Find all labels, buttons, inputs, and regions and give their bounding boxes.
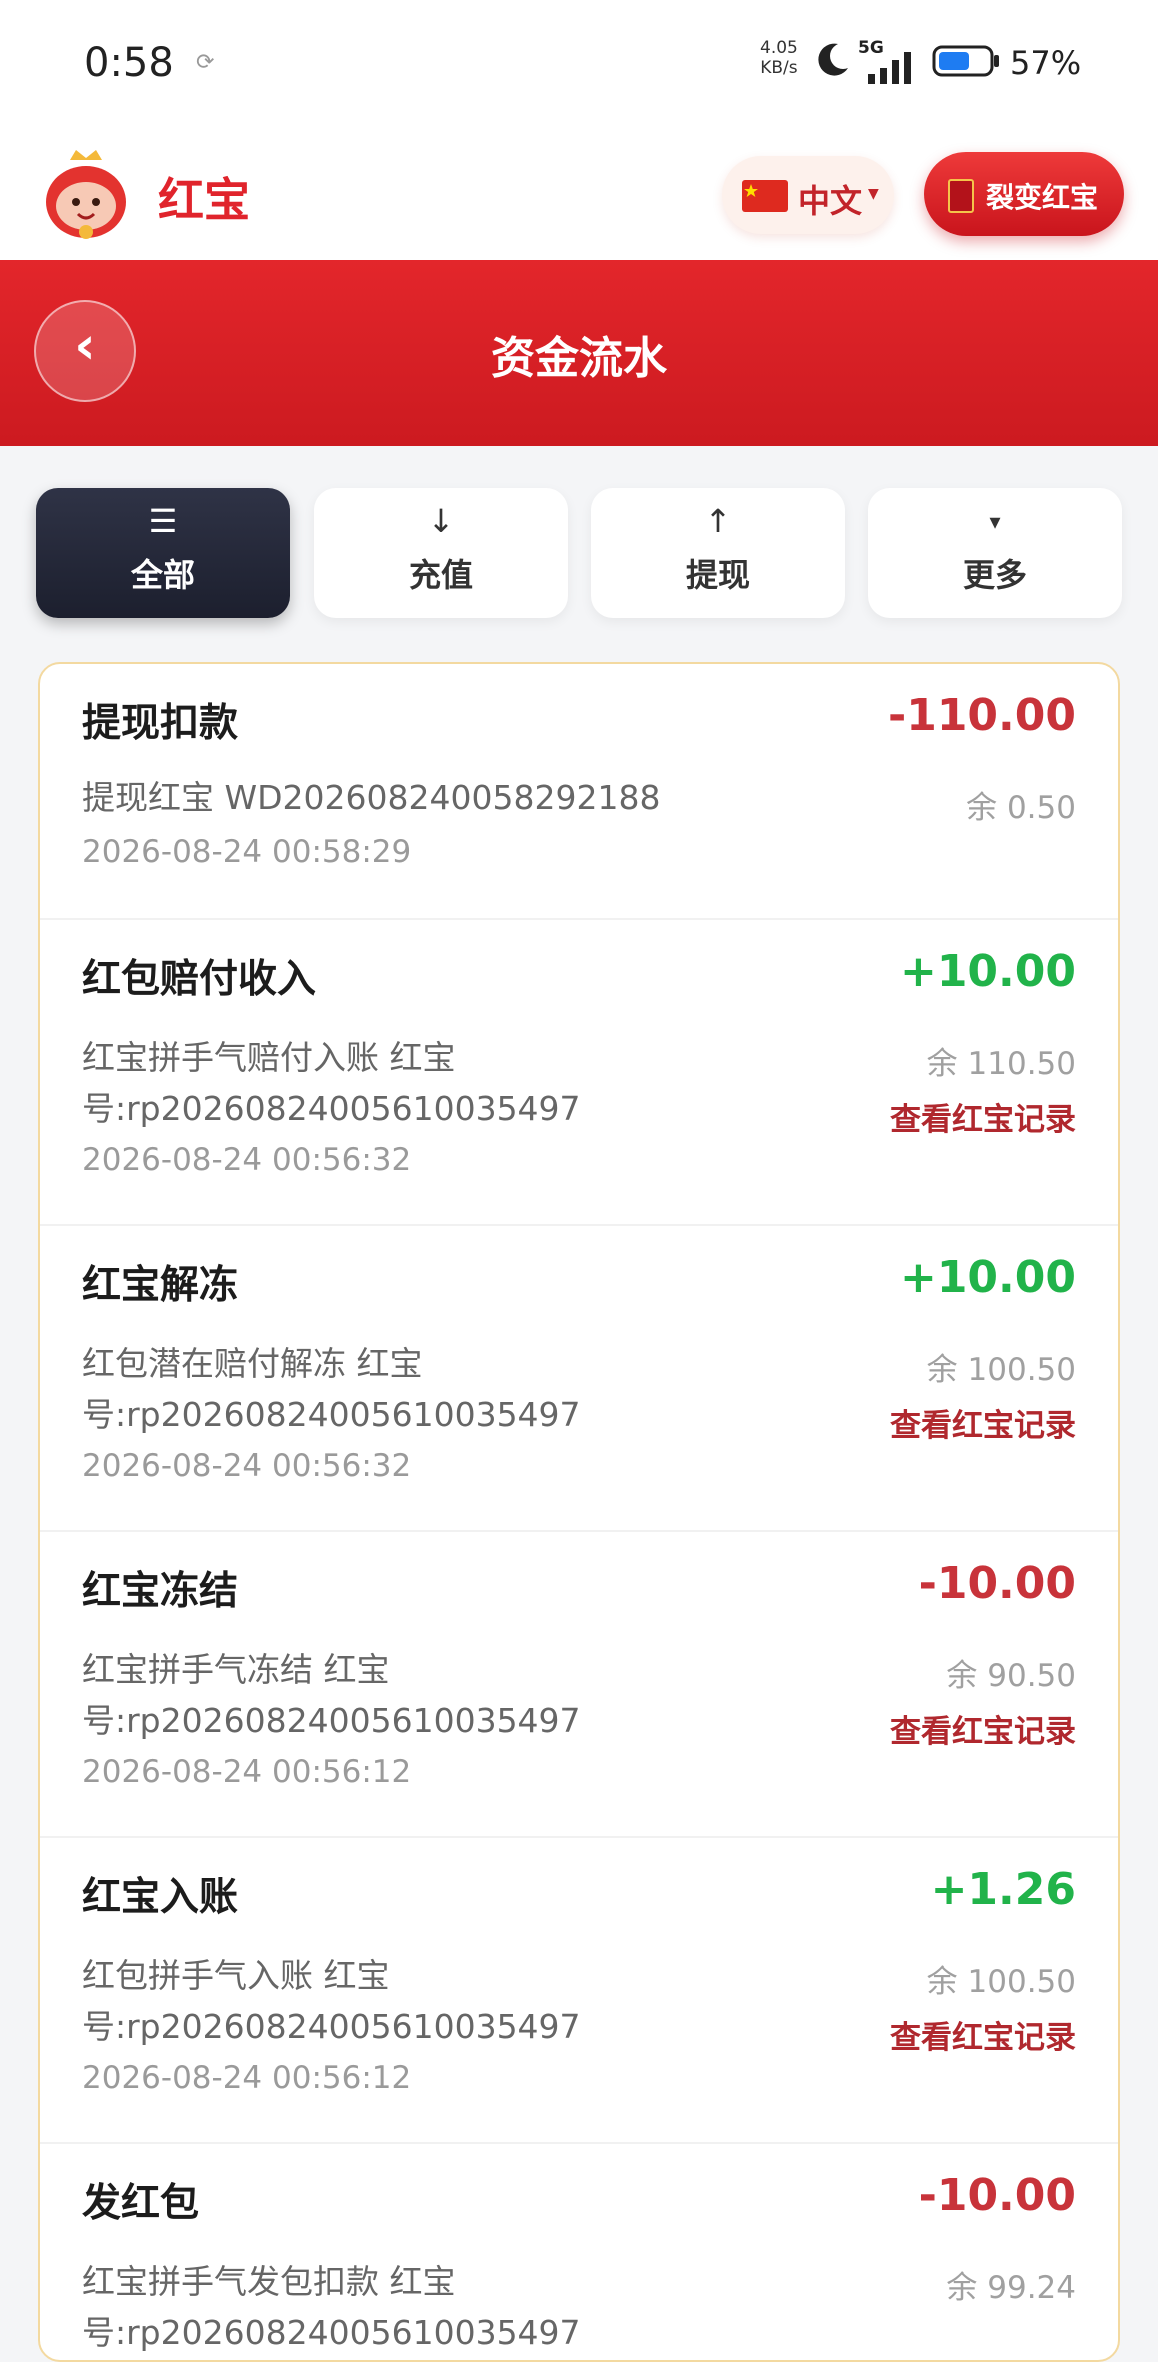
- transaction-item[interactable]: 提现扣款 提现红宝 WD202608240058292188 2026-08-2…: [40, 664, 1118, 920]
- transaction-title: 红宝冻结: [82, 1569, 239, 1614]
- transaction-amount: +1.26: [930, 1864, 1076, 1915]
- tab-recharge-label: 充值: [408, 556, 473, 594]
- red-envelope-icon: [948, 179, 974, 213]
- transaction-balance: 余 0.50: [966, 790, 1076, 826]
- transaction-amount: +10.00: [899, 1252, 1076, 1303]
- transaction-item[interactable]: 红宝冻结 红宝拼手气冻结 红宝号:rp20260824005610035497 …: [40, 1532, 1118, 1838]
- transaction-title: 红宝入账: [82, 1875, 239, 1920]
- signal-icon: [868, 52, 911, 84]
- view-record-link[interactable]: 查看红宝记录: [890, 1400, 1076, 1445]
- transaction-time: 2026-08-24 00:56:12: [82, 2060, 412, 2096]
- transaction-description: 提现红宝 WD202608240058292188: [82, 778, 661, 817]
- transaction-description: 红宝拼手气赔付入账 红宝号:rp20260824005610035497: [82, 1038, 581, 1128]
- tab-more[interactable]: ▾ 更多: [868, 488, 1122, 618]
- transaction-title: 红包赔付收入: [82, 957, 317, 1002]
- mascot-logo-icon: [46, 150, 126, 239]
- view-record-link[interactable]: 查看红宝记录: [890, 2012, 1076, 2057]
- tab-all[interactable]: ☰ 全部: [36, 488, 290, 618]
- transaction-list: 提现扣款 提现红宝 WD202608240058292188 2026-08-2…: [38, 662, 1120, 2362]
- net-speed: 4.05 KB/s: [760, 38, 798, 78]
- status-time: 0:58: [84, 40, 174, 86]
- tab-more-label: 更多: [962, 556, 1027, 594]
- transaction-item[interactable]: 红包赔付收入 红宝拼手气赔付入账 红宝号:rp20260824005610035…: [40, 920, 1118, 1226]
- net-speed-value: 4.05: [760, 38, 798, 58]
- transaction-balance: 余 110.50: [926, 1046, 1076, 1082]
- menu-icon: ☰: [148, 502, 178, 540]
- transaction-balance: 余 100.50: [926, 1964, 1076, 2000]
- transaction-description: 红包潜在赔付解冻 红宝号:rp20260824005610035497: [82, 1344, 581, 1434]
- app-header: 红宝 中文 ▼ 裂变红宝: [0, 130, 1158, 260]
- transaction-item[interactable]: 红宝入账 红包拼手气入账 红宝号:rp20260824005610035497 …: [40, 1838, 1118, 2144]
- transaction-time: 2026-08-24 00:56:32: [82, 1448, 412, 1484]
- caret-down-icon: ▼: [868, 186, 879, 202]
- fission-redpacket-button[interactable]: 裂变红宝: [924, 152, 1124, 236]
- transaction-amount: +10.00: [899, 946, 1076, 997]
- arrow-down-icon: ↓: [427, 502, 455, 540]
- language-label: 中文: [798, 182, 863, 220]
- tab-withdraw-label: 提现: [685, 556, 750, 594]
- transaction-time: 2026-08-24 00:56:12: [82, 1754, 412, 1790]
- title-bar: ‹ 资金流水: [0, 260, 1158, 446]
- transaction-amount: -110.00: [887, 690, 1076, 741]
- net-speed-unit: KB/s: [760, 58, 798, 78]
- transaction-title: 发红包: [82, 2181, 200, 2226]
- page-title: 资金流水: [491, 333, 667, 384]
- transaction-amount: -10.00: [918, 1558, 1076, 1609]
- sync-icon: ⟳: [196, 50, 215, 75]
- transaction-description: 红宝拼手气发包扣款 红宝号:rp20260824005610035497: [82, 2262, 581, 2352]
- arrow-up-icon: ↑: [704, 502, 732, 540]
- transaction-item[interactable]: 发红包 红宝拼手气发包扣款 红宝号:rp20260824005610035497…: [40, 2144, 1118, 2360]
- tab-all-label: 全部: [130, 556, 195, 594]
- fission-redpacket-label: 裂变红宝: [986, 181, 1099, 214]
- transaction-balance: 余 99.24: [946, 2270, 1076, 2306]
- status-bar: 0:58 ⟳ 4.05 KB/s 5G 57%: [0, 0, 1158, 130]
- transaction-balance: 余 90.50: [946, 1658, 1076, 1694]
- transaction-description: 红宝拼手气冻结 红宝号:rp20260824005610035497: [82, 1650, 581, 1740]
- view-record-link[interactable]: 查看红宝记录: [890, 1094, 1076, 1139]
- transaction-item[interactable]: 红宝解冻 红包潜在赔付解冻 红宝号:rp20260824005610035497…: [40, 1226, 1118, 1532]
- language-selector[interactable]: 中文 ▼: [722, 156, 894, 234]
- transaction-title: 红宝解冻: [82, 1263, 239, 1308]
- tab-recharge[interactable]: ↓ 充值: [314, 488, 568, 618]
- transaction-title: 提现扣款: [82, 701, 239, 746]
- moon-icon: [818, 43, 848, 76]
- battery-percent: 57%: [1010, 44, 1082, 82]
- caret-down-icon: ▾: [989, 510, 1001, 535]
- transaction-amount: -10.00: [918, 2170, 1076, 2221]
- app-name: 红宝: [158, 173, 250, 227]
- view-record-link[interactable]: 查看红宝记录: [890, 1706, 1076, 1751]
- tab-withdraw[interactable]: ↑ 提现: [591, 488, 845, 618]
- battery-icon: [932, 45, 999, 77]
- transaction-description: 红包拼手气入账 红宝号:rp20260824005610035497: [82, 1956, 581, 2046]
- transaction-balance: 余 100.50: [926, 1352, 1076, 1388]
- china-flag-icon: [742, 180, 788, 212]
- transaction-time: 2026-08-24 00:56:32: [82, 1142, 412, 1178]
- transaction-time: 2026-08-24 00:58:29: [82, 834, 412, 870]
